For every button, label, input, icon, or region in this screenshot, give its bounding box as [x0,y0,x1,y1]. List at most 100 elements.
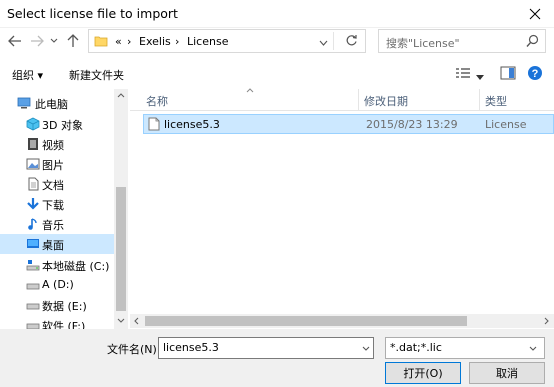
breadcrumb-sep-2: › [175,35,180,48]
breadcrumb-sep-1: › [127,35,132,48]
file-icon [148,117,160,131]
address-bar[interactable]: « › Exelis › License [88,29,366,53]
nav-label: 此电脑 [35,98,68,111]
preview-pane-button[interactable] [500,66,516,83]
file-row[interactable]: license5.3 2015/8/23 13:29 License [143,114,554,134]
drive-icon [26,303,40,310]
document-icon [28,177,39,191]
column-divider[interactable] [358,89,359,111]
nav-item-pictures[interactable]: 图片 [0,154,114,174]
view-dropdown[interactable] [476,70,484,83]
organize-menu[interactable]: 组织 ▾ [12,67,43,83]
refresh-button[interactable] [345,34,358,50]
file-type-filter[interactable]: *.dat;*.lic [385,337,545,359]
nav-label: 下载 [42,199,64,212]
breadcrumb-license[interactable]: License [187,35,228,48]
nav-label: A (D:) [42,278,74,291]
nav-item-downloads[interactable]: 下载 [0,194,114,214]
arrow-right-icon [31,35,44,47]
desktop-icon [27,239,39,248]
column-header-name[interactable]: 名称 [146,93,168,109]
nav-item-drive-e[interactable]: 数据 (E:) [0,295,114,315]
search-input[interactable]: 搜索"License" [378,29,546,53]
command-bar: 组织 ▾ 新建文件夹 ? [0,60,554,88]
address-history-dropdown[interactable] [319,37,328,50]
close-button[interactable] [520,1,550,27]
sort-ascending-icon [246,88,254,93]
back-button[interactable] [6,30,24,52]
filename-label: 文件名(N): [107,343,161,356]
cube-icon [26,117,40,131]
navigation-pane[interactable]: 此电脑 3D 对象 视频 图片 文档 下载 音乐 桌面 本地磁盘 (C:) A … [0,89,128,329]
scroll-left-icon [134,317,139,325]
nav-item-3d-objects[interactable]: 3D 对象 [0,114,114,134]
nav-item-documents[interactable]: 文档 [0,174,114,194]
nav-label: 数据 (E:) [42,300,87,313]
column-divider[interactable] [479,89,480,111]
chevron-down-icon [362,346,370,351]
filename-value: license5.3 [163,341,219,354]
column-header-modified[interactable]: 修改日期 [364,93,408,109]
chevron-down-icon [319,40,328,46]
nav-label: 音乐 [42,219,64,232]
video-icon [28,138,38,150]
scroll-up-icon [117,93,125,98]
drive-icon [26,323,40,329]
music-icon [28,218,37,230]
file-name: license5.3 [164,118,220,131]
address-divider [333,32,334,50]
drive-icon [26,260,40,271]
preview-pane-icon [500,66,516,80]
horizontal-scrollbar-thumb[interactable] [145,316,467,326]
computer-icon [17,97,31,109]
help-button[interactable]: ? [527,65,543,84]
breadcrumb-overflow[interactable]: « [115,35,122,48]
nav-item-drive-c[interactable]: 本地磁盘 (C:) [0,255,114,275]
breadcrumb-exelis[interactable]: Exelis [139,35,171,48]
download-icon [27,198,39,210]
nav-item-desktop[interactable]: 桌面 [0,234,114,254]
search-icon [526,34,539,47]
drive-icon [26,283,40,290]
chevron-down-icon [50,38,58,43]
nav-item-drive-d[interactable]: A (D:) [0,275,114,295]
view-options-button[interactable] [455,67,471,82]
close-icon [529,8,541,20]
search-placeholder: 搜索"License" [386,37,460,50]
file-type: License [485,118,527,131]
help-icon: ? [528,66,542,80]
scroll-right-icon [544,317,549,325]
picture-icon [26,158,40,170]
chevron-down-icon [529,346,537,351]
forward-button[interactable] [28,30,46,52]
title-bar: Select license file to import [0,0,554,28]
refresh-icon [346,35,357,46]
nav-scrollbar-thumb[interactable] [116,187,126,311]
file-modified: 2015/8/23 13:29 [366,118,458,131]
scroll-down-icon [117,318,125,323]
folder-icon [94,36,108,47]
filename-input[interactable]: license5.3 [158,337,374,359]
nav-item-this-pc[interactable]: 此电脑 [0,93,114,113]
column-header-type[interactable]: 类型 [485,93,507,109]
nav-item-videos[interactable]: 视频 [0,134,114,154]
caret-down-icon [476,75,484,80]
nav-label: 软件 (F:) [42,320,86,329]
new-folder-button[interactable]: 新建文件夹 [69,67,124,83]
nav-item-drive-f[interactable]: 软件 (F:) [0,315,114,329]
list-view-icon [456,68,470,78]
nav-label: 图片 [42,159,64,172]
cancel-button[interactable]: 取消 [469,362,545,384]
nav-label: 本地磁盘 (C:) [42,260,110,273]
svg-text:?: ? [532,68,539,80]
filter-value: *.dat;*.lic [390,341,442,354]
arrow-up-icon [67,34,79,47]
recent-dropdown[interactable] [48,30,60,52]
window-title: Select license file to import [7,6,178,21]
nav-label: 文档 [42,179,64,192]
nav-label: 视频 [42,139,64,152]
open-button[interactable]: 打开(O) [385,362,461,384]
up-button[interactable] [64,30,82,52]
nav-label: 3D 对象 [42,119,83,132]
nav-item-music[interactable]: 音乐 [0,214,114,234]
